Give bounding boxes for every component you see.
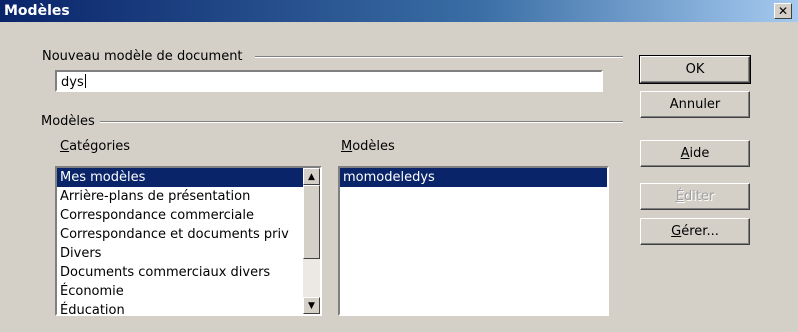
window-title: Modèles [4,3,70,19]
scroll-thumb[interactable] [303,185,320,259]
cancel-button[interactable]: Annuler [640,91,750,118]
title-bar[interactable]: Modèles ✕ [0,0,798,22]
new-document-group-divider [255,56,623,58]
category-list-item[interactable]: Correspondance et documents priv [57,225,320,244]
edit-button[interactable]: Éditer [640,183,750,210]
model-list-item[interactable]: momodeledys [340,168,607,187]
categories-label: Catégories [60,139,131,154]
categories-listbox[interactable]: Mes modèles Arrière-plans de présentation… [55,166,322,316]
category-list-item[interactable]: Divers [57,244,320,263]
template-name-input[interactable]: dys [55,70,603,92]
ok-button[interactable]: OK [639,55,751,84]
category-list-item[interactable]: Économie [57,282,320,301]
models-group-divider [100,121,623,123]
category-list-item[interactable]: Éducation [57,301,320,314]
category-list-item[interactable]: Documents commerciaux divers [57,263,320,282]
new-document-group-label: Nouveau modèle de document [42,49,243,64]
template-name-value: dys [61,75,84,90]
category-list-item[interactable]: Correspondance commerciale [57,206,320,225]
models-listbox[interactable]: momodeledys [338,166,609,316]
category-list-item[interactable]: Arrière-plans de présentation [57,187,320,206]
scroll-up-icon[interactable]: ▲ [303,168,320,185]
scroll-down-icon[interactable]: ▼ [303,297,320,314]
models-label: Modèles [341,139,395,154]
models-group-label: Modèles [41,114,95,129]
text-caret [84,74,86,88]
close-icon[interactable]: ✕ [774,3,792,19]
categories-scrollbar[interactable]: ▲ ▼ [303,168,320,314]
manage-button[interactable]: Gérer... [640,218,750,245]
help-button[interactable]: Aide [640,140,750,167]
category-list-item[interactable]: Mes modèles [57,168,320,187]
